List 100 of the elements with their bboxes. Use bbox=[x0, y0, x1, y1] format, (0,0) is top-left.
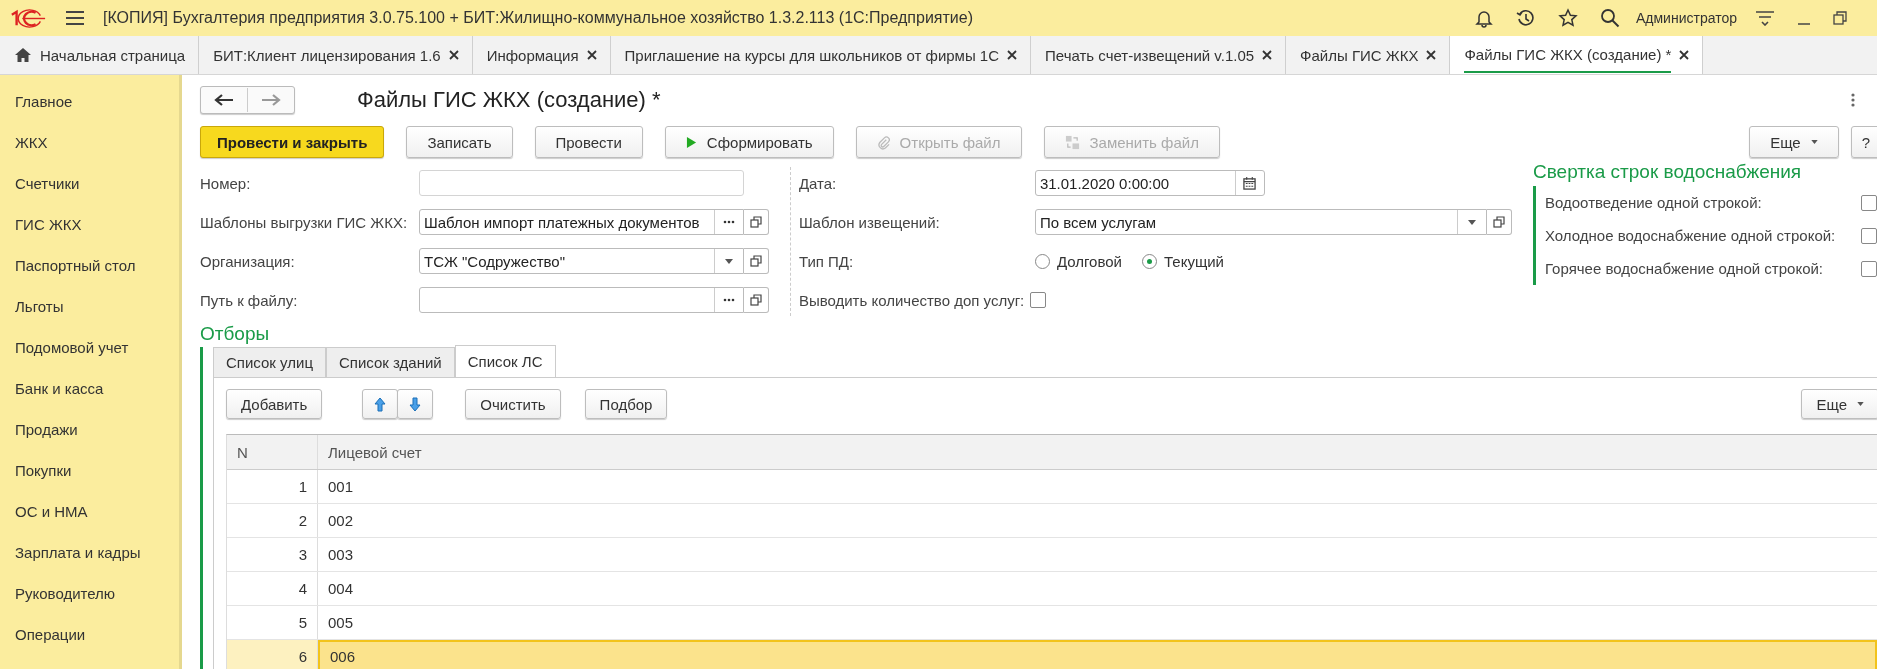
open-form-icon[interactable] bbox=[750, 255, 762, 267]
field-label: Водоотведение одной строкой: bbox=[1545, 194, 1763, 211]
caret-icon bbox=[1857, 402, 1864, 406]
document-tab[interactable]: Начальная страница bbox=[0, 36, 200, 74]
close-icon[interactable] bbox=[586, 50, 597, 60]
post-and-close-button[interactable]: Провести и закрыть bbox=[200, 126, 385, 158]
sidebar-item[interactable]: Покупки bbox=[0, 450, 179, 491]
field-label: Шаблоны выгрузки ГИС ЖКХ: bbox=[200, 213, 409, 231]
input-field[interactable] bbox=[419, 170, 744, 196]
down-arrow-icon bbox=[409, 396, 422, 412]
move-down-button[interactable] bbox=[397, 389, 434, 419]
sidebar-item[interactable]: ЖКХ bbox=[0, 122, 179, 163]
user-name[interactable]: Администратор bbox=[1636, 10, 1737, 26]
sidebar-item[interactable]: Зарплата и кадры bbox=[0, 532, 179, 573]
table-cell-text: 002 bbox=[327, 511, 355, 531]
logo-icon bbox=[9, 8, 47, 28]
sidebar-item[interactable]: Льготы bbox=[0, 286, 179, 327]
calendar-icon[interactable] bbox=[1243, 176, 1257, 190]
checkbox[interactable] bbox=[1030, 292, 1047, 308]
table-cell-text: 005 bbox=[327, 613, 355, 633]
table-cell-text: 001 bbox=[327, 477, 355, 497]
table-cell: 3 bbox=[227, 538, 318, 571]
more-actions-icon[interactable] bbox=[1851, 93, 1855, 107]
sidebar-item[interactable]: ГИС ЖКХ bbox=[0, 204, 179, 245]
checkbox[interactable] bbox=[1861, 227, 1877, 244]
field-label: Холодное водоснабжение одной строкой: bbox=[1545, 227, 1837, 244]
up-arrow-icon bbox=[374, 396, 387, 412]
table-cell: 2 bbox=[227, 504, 318, 537]
document-tab[interactable]: Файлы ГИС ЖКХ (создание) * bbox=[1450, 36, 1704, 74]
document-tab[interactable]: Приглашение на курсы для школьников от фирмы 1С bbox=[610, 36, 1032, 74]
move-up-button[interactable] bbox=[362, 389, 399, 419]
document-tab[interactable]: Информация bbox=[472, 36, 611, 74]
sidebar-item[interactable]: Паспортный стол bbox=[0, 245, 179, 286]
column-header[interactable]: Лицевой счет bbox=[318, 435, 1877, 469]
tab[interactable]: Список зданий bbox=[325, 347, 455, 377]
history-icon[interactable] bbox=[1516, 8, 1536, 28]
field-label: Тип ПД: bbox=[798, 252, 855, 270]
table-cell: 6 bbox=[227, 640, 318, 669]
close-icon[interactable] bbox=[1679, 50, 1690, 60]
tab[interactable]: Список ЛС bbox=[454, 345, 556, 377]
checkbox[interactable] bbox=[1861, 260, 1877, 277]
sidebar-item[interactable]: Подомовой учет bbox=[0, 327, 179, 368]
table-cell: 006 bbox=[318, 640, 1877, 669]
field-label: Путь к файлу: bbox=[200, 291, 299, 309]
open-form-icon[interactable] bbox=[1492, 216, 1505, 228]
sidebar-item[interactable]: Руководителю bbox=[0, 573, 179, 614]
input-field[interactable] bbox=[419, 287, 744, 313]
toolbar-button[interactable]: Подбор bbox=[584, 389, 668, 419]
dropdown-icon[interactable] bbox=[725, 258, 733, 264]
field-label: Номер: bbox=[200, 174, 252, 192]
toolbar-button[interactable]: Провести bbox=[534, 126, 643, 158]
replace-icon bbox=[1064, 134, 1080, 150]
input-field[interactable]: ТСЖ "Содружество" bbox=[419, 248, 744, 274]
column-header[interactable]: N bbox=[227, 435, 318, 469]
close-icon[interactable] bbox=[1426, 50, 1437, 60]
caret-icon bbox=[1810, 140, 1818, 144]
input-field[interactable]: 31.01.2020 0:00:00 bbox=[1034, 170, 1265, 196]
sidebar-item[interactable]: Продажи bbox=[0, 409, 179, 450]
window-title: [КОПИЯ] Бухгалтерия предприятия 3.0.75.100 + БИТ:Жилищно-коммунальное хозяйство 1.3.2.113 (1С:Предприятие) bbox=[103, 9, 973, 27]
menu-icon[interactable] bbox=[65, 10, 85, 26]
close-icon[interactable] bbox=[448, 50, 459, 60]
group-title: Свертка строк водоснабжения bbox=[1533, 161, 1803, 183]
dropdown-icon[interactable] bbox=[1467, 219, 1476, 225]
open-form-icon[interactable] bbox=[750, 294, 762, 306]
toolbar-button[interactable]: Записать bbox=[406, 126, 513, 158]
table-cell: 1 bbox=[227, 470, 318, 503]
ellipsis-icon[interactable] bbox=[723, 298, 735, 302]
sidebar-item[interactable]: ОС и НМА bbox=[0, 491, 179, 532]
field-label: Выводить количество доп услуг: bbox=[798, 291, 1025, 309]
restore-icon[interactable] bbox=[1833, 11, 1847, 25]
sidebar-item[interactable]: Операции bbox=[0, 614, 179, 655]
search-icon[interactable] bbox=[1600, 8, 1620, 28]
input-field[interactable]: По всем услугам bbox=[1034, 209, 1487, 235]
tab[interactable]: Список улиц bbox=[213, 347, 326, 377]
star-icon[interactable] bbox=[1558, 8, 1578, 28]
close-icon[interactable] bbox=[1007, 50, 1018, 60]
open-form-icon[interactable] bbox=[750, 216, 762, 228]
close-icon[interactable] bbox=[1262, 50, 1273, 60]
help-button[interactable]: ? bbox=[1850, 126, 1877, 158]
document-tab[interactable]: БИТ:Клиент лицензирования 1.6 bbox=[199, 36, 473, 74]
sidebar-item[interactable]: Счетчики bbox=[0, 163, 179, 204]
field-label: Дата: bbox=[798, 174, 838, 192]
field-label: Шаблон извещений: bbox=[798, 213, 941, 231]
toolbar-button[interactable]: Добавить bbox=[226, 389, 323, 419]
play-icon bbox=[685, 135, 697, 149]
radio-option[interactable]: Текущий bbox=[1142, 252, 1224, 270]
toolbar-button[interactable]: Очистить bbox=[465, 389, 561, 419]
generate-button[interactable]: Сформировать bbox=[664, 126, 834, 158]
checkbox[interactable] bbox=[1861, 194, 1877, 211]
ellipsis-icon[interactable] bbox=[723, 220, 735, 224]
more-button[interactable]: Еще bbox=[1801, 389, 1877, 419]
more-button[interactable]: Еще bbox=[1749, 126, 1839, 158]
radio-option[interactable]: Долговой bbox=[1034, 252, 1122, 270]
table-cell: 5 bbox=[227, 606, 318, 639]
table-cell: 4 bbox=[227, 572, 318, 605]
sidebar-item[interactable]: Главное bbox=[0, 81, 179, 122]
bell-icon[interactable] bbox=[1474, 8, 1494, 28]
input-field[interactable]: Шаблон импорт платежных документов bbox=[419, 209, 744, 235]
sidebar-item[interactable]: Банк и касса bbox=[0, 368, 179, 409]
document-tab[interactable]: Печать счет-извещений v.1.05 bbox=[1031, 36, 1287, 74]
